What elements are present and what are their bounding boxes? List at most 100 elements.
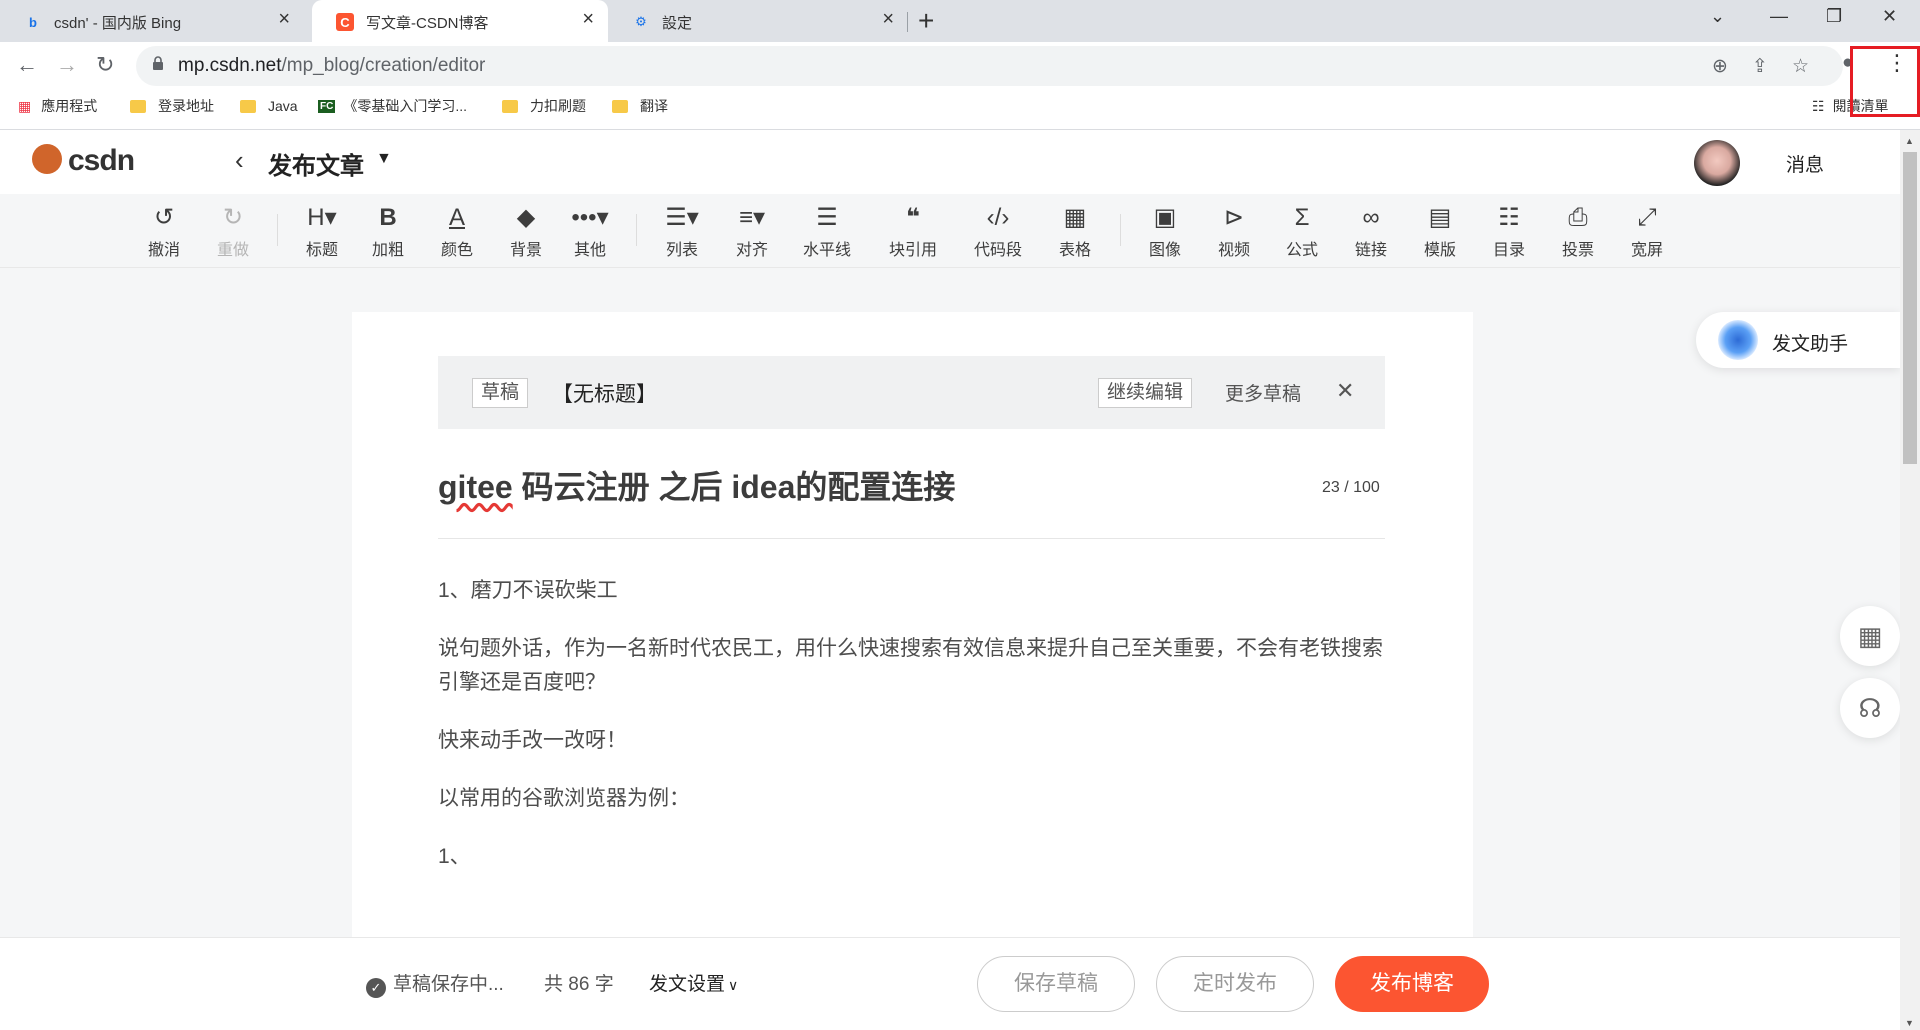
address-bar[interactable]: mp.csdn.net/mp_blog/creation/editor ⊕ ⇪ … xyxy=(136,46,1843,86)
bookmark-apps[interactable]: ▦ 應用程式 xyxy=(18,94,97,118)
other-button[interactable]: •••▾ 其他 xyxy=(560,204,620,260)
post-settings-dropdown[interactable]: 发文设置 ∨ xyxy=(649,969,738,996)
toolbar-divider xyxy=(277,214,278,246)
video-button[interactable]: ⊳ 视频 xyxy=(1204,204,1264,260)
reading-list-icon: ☷ xyxy=(1812,97,1825,114)
more-drafts-link[interactable]: 更多草稿 xyxy=(1225,379,1301,406)
close-icon[interactable]: × xyxy=(882,8,894,31)
tab-title: 設定 xyxy=(662,15,693,32)
save-status-text: 草稿保存中... xyxy=(393,974,504,995)
continue-edit-button[interactable]: 继续编辑 xyxy=(1098,378,1193,408)
qr-code-icon: ▦ xyxy=(1857,621,1883,651)
tab-csdn-editor[interactable]: C 写文章-CSDN博客 × xyxy=(312,0,608,42)
font-color-icon: A xyxy=(448,204,465,231)
caret-down-icon[interactable]: ▼ xyxy=(376,150,392,168)
tab-separator xyxy=(907,12,908,32)
list-button[interactable]: ☰▾ 列表 xyxy=(652,204,712,260)
forward-icon[interactable]: → xyxy=(56,52,78,78)
reload-icon[interactable]: ↻ xyxy=(96,52,114,78)
color-button[interactable]: A 颜色 xyxy=(427,204,487,260)
toc-button[interactable]: ☷ 目录 xyxy=(1479,204,1539,260)
widescreen-button[interactable]: ⤢ 宽屏 xyxy=(1617,204,1677,260)
close-icon[interactable]: × xyxy=(582,8,594,31)
bookmark-label: 翻译 xyxy=(640,98,668,114)
tool-label: 重做 xyxy=(216,242,249,259)
minimize-button[interactable]: — xyxy=(1770,6,1788,27)
paragraph[interactable]: 以常用的谷歌浏览器为例： xyxy=(438,782,1388,816)
new-tab-button[interactable]: + xyxy=(918,5,934,37)
tool-label: 颜色 xyxy=(440,242,473,259)
vote-button[interactable]: ⎙ 投票 xyxy=(1548,204,1608,260)
tab-settings[interactable]: ⚙ 設定 × xyxy=(608,0,908,42)
paragraph[interactable]: 1、 xyxy=(438,840,1388,874)
page-title[interactable]: 发布文章 xyxy=(268,146,364,181)
csdn-header: csdn ‹ 发布文章 ▼ 消息 xyxy=(0,130,1900,194)
tool-label: 视频 xyxy=(1217,242,1250,259)
tool-label: 其他 xyxy=(573,242,606,259)
scroll-down-icon[interactable]: ▼ xyxy=(1905,1018,1914,1028)
bookmark-translate[interactable]: 翻译 xyxy=(612,94,668,118)
editor-footer: ✓ 草稿保存中... 共 86 字 发文设置 ∨ 保存草稿 定时发布 发布博客 xyxy=(0,937,1900,1030)
page-scrollbar[interactable]: ▲ ▼ xyxy=(1900,130,1920,1030)
bookmark-login[interactable]: 登录地址 xyxy=(130,94,214,118)
schedule-publish-button[interactable]: 定时发布 xyxy=(1156,956,1314,1012)
paragraph[interactable]: 1、磨刀不误砍柴工 xyxy=(438,574,1388,608)
tool-label: 对齐 xyxy=(735,242,768,259)
background-button[interactable]: ◆ 背景 xyxy=(496,204,556,260)
bookmark-leetcode[interactable]: 力扣刷题 xyxy=(502,94,586,118)
bold-button[interactable]: B 加粗 xyxy=(358,204,418,260)
align-button[interactable]: ≡▾ 对齐 xyxy=(722,204,782,260)
redo-button[interactable]: ↻ 重做 xyxy=(203,204,263,260)
tab-bing[interactable]: b csdn' - 国内版 Bing × xyxy=(0,0,304,42)
writing-assistant-button[interactable]: 发文助手 xyxy=(1696,312,1900,368)
url-text: mp.csdn.net/mp_blog/creation/editor xyxy=(178,55,485,77)
list-icon: ☰▾ xyxy=(665,204,699,231)
back-icon[interactable]: ← xyxy=(16,52,38,78)
horizontal-rule-button[interactable]: ☰ 水平线 xyxy=(797,204,857,260)
bookmark-java[interactable]: Java xyxy=(240,94,298,118)
undo-button[interactable]: ↺ 撤消 xyxy=(134,204,194,260)
tab-title: 写文章-CSDN博客 xyxy=(366,15,489,32)
table-button[interactable]: ▦ 表格 xyxy=(1045,204,1105,260)
back-chevron-icon[interactable]: ‹ xyxy=(235,145,244,176)
draft-title: 【无标题】 xyxy=(552,383,657,406)
bookmark-fishc[interactable]: FC 《零基础入门学习... xyxy=(318,94,467,118)
tool-label: 公式 xyxy=(1285,242,1318,259)
bookmark-label: 《零基础入门学习... xyxy=(343,98,468,114)
support-button[interactable]: ☊ xyxy=(1840,678,1900,738)
csdn-logo[interactable]: csdn xyxy=(32,144,135,178)
draft-tag: 草稿 xyxy=(472,378,529,408)
blockquote-button[interactable]: ❝ 块引用 xyxy=(883,204,943,260)
assistant-label: 发文助手 xyxy=(1772,334,1849,355)
qr-code-button[interactable]: ▦ xyxy=(1840,606,1900,666)
template-button[interactable]: ▤ 模版 xyxy=(1410,204,1470,260)
editor-toolbar: ↺ 撤消 ↻ 重做 H▾ 标题 B 加粗 A 颜色 ◆ 背景 •••▾ 其他 ☰▾ 列表 ≡▾ 对… xyxy=(0,194,1900,268)
template-icon: ▤ xyxy=(1428,204,1452,231)
publish-button[interactable]: 发布博客 xyxy=(1335,956,1489,1012)
scrollbar-thumb[interactable] xyxy=(1903,152,1917,464)
share-icon[interactable]: ⇪ xyxy=(1752,55,1768,78)
bookmark-star-icon[interactable]: ☆ xyxy=(1792,55,1809,78)
code-block-button[interactable]: ‹/› 代码段 xyxy=(968,204,1028,260)
image-button[interactable]: ▣ 图像 xyxy=(1135,204,1195,260)
avatar[interactable] xyxy=(1694,140,1740,186)
messages-link[interactable]: 消息 xyxy=(1786,150,1824,177)
tab-search-icon[interactable]: ⌄ xyxy=(1710,6,1725,27)
scroll-up-icon[interactable]: ▲ xyxy=(1905,136,1914,146)
link-button[interactable]: ∞ 链接 xyxy=(1341,204,1401,260)
url-path: /mp_blog/creation/editor xyxy=(281,55,486,76)
close-window-button[interactable]: ✕ xyxy=(1882,6,1897,27)
chevron-down-icon: ∨ xyxy=(728,977,739,993)
close-icon[interactable]: × xyxy=(278,8,290,31)
article-title-input[interactable]: gitee 码云注册 之后 idea的配置连接 xyxy=(438,462,955,508)
heading-button[interactable]: H▾ 标题 xyxy=(292,204,352,260)
save-draft-button[interactable]: 保存草稿 xyxy=(977,956,1135,1012)
paragraph[interactable]: 快来动手改一改呀！ xyxy=(438,724,1388,758)
formula-button[interactable]: Σ 公式 xyxy=(1272,204,1332,260)
paragraph[interactable]: 说句题外话，作为一名新时代农民工，用什么快速搜索有效信息来提升自己至关重要，不会… xyxy=(438,632,1388,700)
heading-icon: H▾ xyxy=(307,204,337,231)
restore-button[interactable]: ❐ xyxy=(1826,6,1842,27)
zoom-icon[interactable]: ⊕ xyxy=(1712,55,1728,78)
assistant-icon xyxy=(1718,320,1758,360)
close-icon[interactable]: ✕ xyxy=(1336,378,1354,404)
